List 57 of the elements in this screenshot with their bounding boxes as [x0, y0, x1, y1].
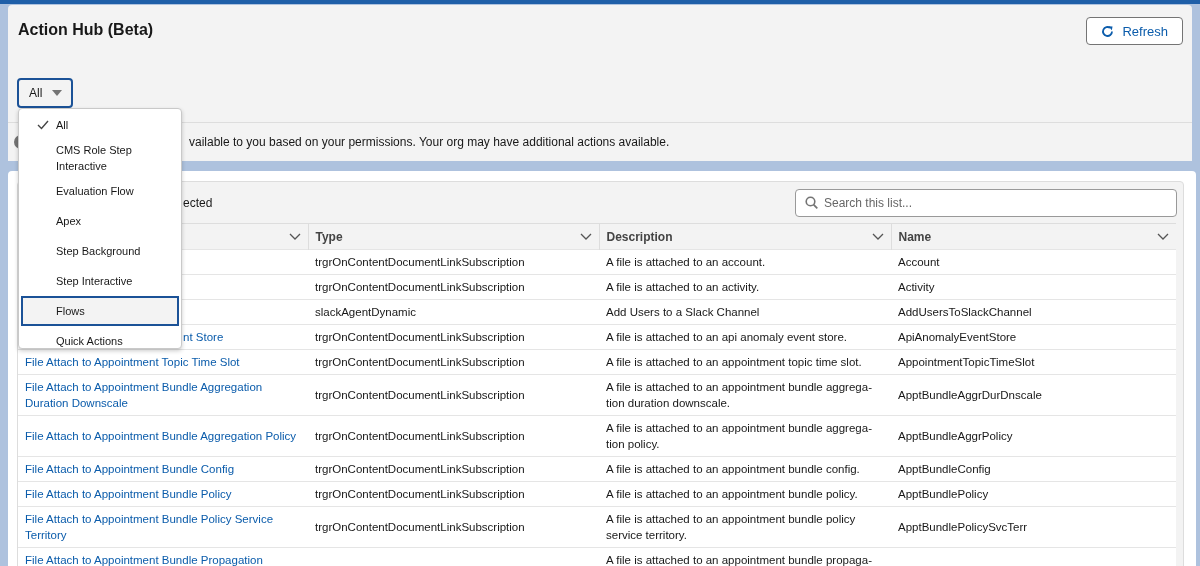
- page-title: Action Hub (Beta): [18, 21, 154, 39]
- menu-item[interactable]: Quick Actions: [21, 326, 179, 348]
- search-icon: [805, 195, 818, 209]
- filter-dropdown[interactable]: All: [17, 78, 73, 108]
- table-cell: A file is attached to an appointment bundle aggrega-tion policy.: [606, 422, 872, 450]
- table-cell: A file is attached to an appointment bundle policy.: [606, 488, 858, 500]
- search-field[interactable]: Search this list...: [795, 188, 1177, 217]
- table-cell: A file is attached to an account.: [606, 256, 766, 268]
- table-cell: A file is attached to an activity.: [606, 281, 760, 293]
- check-icon: [36, 120, 49, 130]
- table-cell: ApptBundleConfig: [898, 463, 991, 475]
- chevron-icon: [288, 233, 301, 240]
- menu-item[interactable]: Flows: [21, 296, 179, 326]
- menu-item[interactable]: All: [21, 110, 179, 140]
- table-cell: trgrOnContentDocumentLinkSubscription: [315, 356, 525, 368]
- table-cell: A file is attached to an appointment bundle config.: [606, 463, 860, 475]
- menu-item[interactable]: Evaluation Flow: [21, 176, 179, 206]
- table-cell: ApptBundlePolicy: [898, 488, 989, 500]
- table-cell: trgrOnContentDocumentLinkSubscription: [315, 331, 525, 343]
- table-cell: A file is attached to an appointment bundle aggrega-tion duration downscale.: [606, 381, 872, 409]
- column-header[interactable]: Description: [599, 223, 891, 250]
- table-cell: Add Users to a Slack Channel: [606, 306, 760, 318]
- table-cell: ApptBundleAggrDurDnscale: [898, 389, 1042, 401]
- table-cell: trgrOnContentDocumentLinkSubscription: [315, 389, 525, 401]
- table-cell: ApptBundleAggrPolicy: [898, 430, 1013, 442]
- selection-count: ected: [183, 195, 213, 210]
- table-cell: trgrOnContentDocumentLinkSubscription: [315, 281, 525, 293]
- info-text: vailable to you based on your permissions. Your org may have additional actions available.: [189, 135, 670, 149]
- table-cell: A file is attached to an appointment bundle propaga-: [606, 554, 872, 566]
- table-cell: A file is attached to an api anomaly event store.: [606, 331, 847, 343]
- menu-item[interactable]: Apex: [21, 206, 179, 236]
- menu-item[interactable]: Step Background: [21, 236, 179, 266]
- table-cell: Account: [898, 256, 940, 268]
- caret-icon: [52, 90, 63, 96]
- table-cell: A file is attached to an appointment bundle policy service territory.: [606, 513, 856, 541]
- table-cell: AddUsersToSlackChannel: [898, 306, 1032, 318]
- table-cell: trgrOnContentDocumentLinkSubscription: [315, 488, 525, 500]
- menu-item[interactable]: Step Interactive: [21, 266, 179, 296]
- table-cell: trgrOnContentDocumentLinkSubscription: [315, 430, 525, 442]
- chevron-icon: [579, 233, 592, 240]
- table-cell: slackAgentDynamic: [315, 306, 416, 318]
- table-cell: ApiAnomalyEventStore: [898, 331, 1017, 343]
- table-cell: trgrOnContentDocumentLinkSubscription: [315, 463, 525, 475]
- action-link[interactable]: nt Store: [183, 329, 301, 345]
- table-cell: A file is attached to an appointment topic time slot.: [606, 356, 862, 368]
- column-header[interactable]: Name: [891, 223, 1176, 250]
- menu-item[interactable]: CMS Role Step Interactive: [21, 140, 179, 176]
- table-cell: ApptBundlePolicySvcTerr: [898, 521, 1028, 533]
- refresh-button[interactable]: Refresh: [1086, 17, 1183, 45]
- column-header[interactable]: Type: [308, 223, 599, 250]
- refresh-icon: [1101, 24, 1115, 38]
- chevron-icon: [1157, 233, 1169, 240]
- table-cell: Activity: [898, 281, 935, 293]
- table-cell: trgrOnContentDocumentLinkSubscription: [315, 521, 525, 533]
- chevron-icon: [871, 233, 884, 240]
- table-cell: trgrOnContentDocumentLinkSubscription: [315, 256, 525, 268]
- table-cell: AppointmentTopicTimeSlot: [898, 356, 1035, 368]
